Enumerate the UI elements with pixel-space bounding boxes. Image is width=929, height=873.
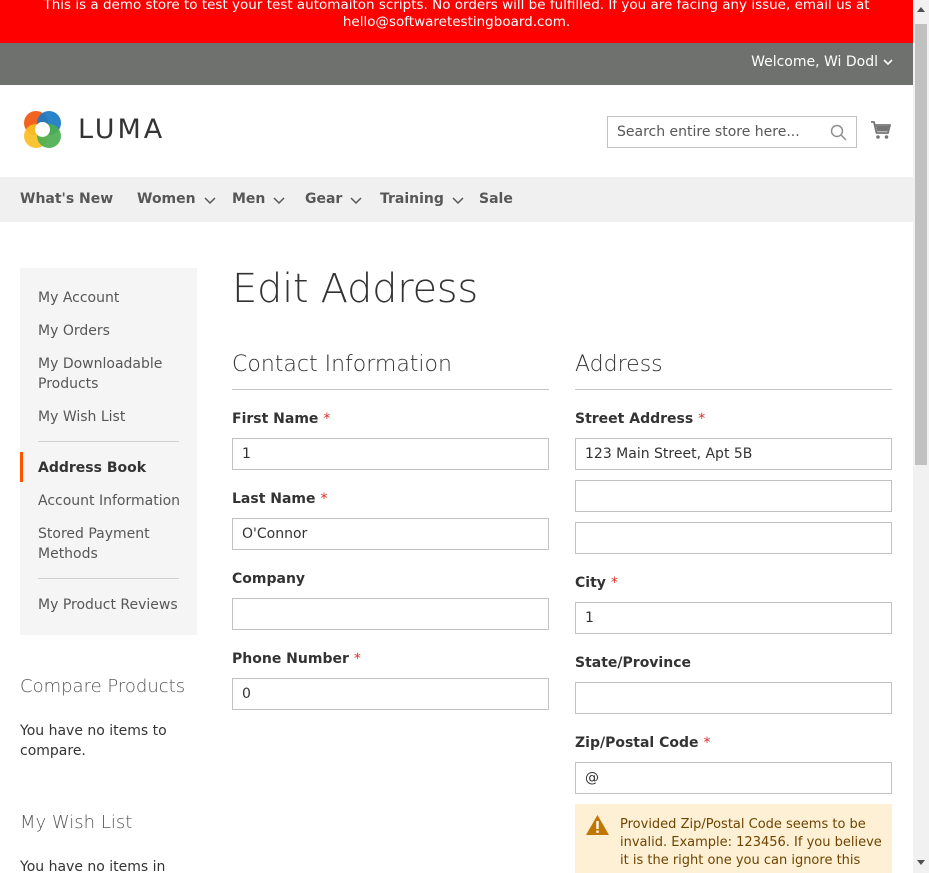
wishlist-title: My Wish List — [20, 812, 133, 833]
label-text: Zip/Postal Code — [575, 735, 699, 751]
last-name-input[interactable] — [232, 518, 549, 550]
nav-item-label: Training — [380, 191, 444, 207]
warning-text: Provided Zip/Postal Code seems to be inv… — [620, 817, 882, 868]
label-text: City — [575, 575, 606, 591]
zip-input[interactable] — [575, 762, 892, 794]
street-line3-input[interactable] — [575, 522, 892, 554]
required-asterisk: * — [698, 411, 706, 427]
state-input[interactable] — [575, 682, 892, 714]
demo-notice-email: hello@softwaretestingboard.com. — [342, 14, 571, 30]
street-line1-input[interactable] — [575, 438, 892, 470]
sidebar-item-address-book[interactable]: Address Book — [38, 458, 188, 478]
address-title: Address — [575, 352, 892, 390]
required-asterisk: * — [320, 491, 328, 507]
city-input[interactable] — [575, 602, 892, 634]
sidebar-divider — [38, 441, 179, 442]
label-text: Street Address — [575, 411, 694, 427]
sidebar-item-account-information[interactable]: Account Information — [38, 491, 188, 511]
sidebar-item-wish-list[interactable]: My Wish List — [38, 407, 188, 427]
scroll-down-arrow-icon[interactable] — [917, 860, 925, 866]
zip-label: Zip/Postal Code * — [575, 735, 711, 751]
search-input[interactable] — [608, 117, 856, 147]
state-label: State/Province — [575, 655, 691, 671]
required-asterisk: * — [353, 651, 361, 667]
customer-menu-toggle[interactable]: Welcome, Wi Dodl — [751, 54, 893, 70]
zip-warning-message: Provided Zip/Postal Code seems to be inv… — [575, 804, 892, 873]
chevron-down-icon — [273, 196, 285, 204]
cart-icon[interactable] — [870, 119, 892, 141]
page-scrollbar[interactable] — [913, 0, 929, 873]
warning-icon — [586, 815, 609, 835]
welcome-message: Welcome, Wi Dodl — [751, 54, 878, 70]
nav-item-label: Sale — [479, 191, 513, 207]
sidebar-item-my-orders[interactable]: My Orders — [38, 321, 188, 341]
required-asterisk: * — [323, 411, 331, 427]
top-bar: Welcome, Wi Dodl — [0, 43, 913, 85]
company-input[interactable] — [232, 598, 549, 630]
phone-input[interactable] — [232, 678, 549, 710]
sidebar-item-downloadable-products[interactable]: My Downloadable Products — [38, 354, 168, 394]
chevron-down-icon — [350, 196, 362, 204]
nav-item-men[interactable]: Men — [232, 191, 285, 207]
compare-products-title: Compare Products — [20, 676, 186, 697]
nav-item-label: Women — [137, 191, 196, 207]
label-text: Last Name — [232, 491, 316, 507]
search-box — [607, 116, 857, 148]
active-indicator — [20, 452, 23, 482]
nav-item-sale[interactable]: Sale — [479, 191, 513, 207]
sidebar-item-stored-payment-methods[interactable]: Stored Payment Methods — [38, 524, 158, 564]
sidebar-item-my-account[interactable]: My Account — [38, 288, 188, 308]
street-line2-input[interactable] — [575, 480, 892, 512]
required-asterisk: * — [703, 735, 711, 751]
section-title-text: Address — [575, 352, 663, 377]
nav-item-whats-new[interactable]: What's New — [20, 191, 113, 207]
demo-notice-line1: This is a demo store to test your test a… — [43, 0, 870, 13]
sidebar-divider — [38, 578, 179, 579]
scrollbar-thumb[interactable] — [915, 24, 927, 465]
last-name-label: Last Name * — [232, 491, 328, 507]
store-logo[interactable]: LUMA — [20, 107, 165, 152]
label-text: First Name — [232, 411, 319, 427]
wishlist-empty: You have no items in your — [20, 859, 166, 873]
logo-text: LUMA — [78, 114, 166, 145]
nav-item-gear[interactable]: Gear — [305, 191, 362, 207]
first-name-label: First Name * — [232, 411, 330, 427]
chevron-down-icon — [452, 196, 464, 204]
section-title-text: Contact Information — [232, 352, 452, 377]
company-label: Company — [232, 571, 305, 587]
required-asterisk: * — [610, 575, 618, 591]
nav-item-women[interactable]: Women — [137, 191, 216, 207]
nav-item-label: What's New — [20, 191, 114, 207]
contact-info-title: Contact Information — [232, 352, 549, 390]
first-name-input[interactable] — [232, 438, 549, 470]
account-nav: My Account My Orders My Downloadable Pro… — [20, 268, 197, 635]
compare-products-empty: You have no items to compare. — [20, 723, 167, 759]
label-text: Phone Number — [232, 651, 349, 667]
main-navigation: What's New Women Men Gear Training Sale — [0, 177, 913, 222]
label-text: Company — [232, 571, 306, 587]
nav-item-label: Men — [232, 191, 266, 207]
luma-logo-icon — [24, 111, 61, 148]
nav-item-training[interactable]: Training — [380, 191, 464, 207]
street-address-label: Street Address * — [575, 411, 705, 427]
scroll-up-arrow-icon[interactable] — [917, 6, 925, 12]
nav-item-label: Gear — [305, 191, 343, 207]
city-label: City * — [575, 575, 618, 591]
chevron-down-icon — [204, 196, 216, 204]
label-text: State/Province — [575, 655, 691, 671]
phone-label: Phone Number * — [232, 651, 361, 667]
page-title: Edit Address — [232, 266, 478, 312]
chevron-down-icon — [883, 58, 893, 65]
search-icon[interactable] — [830, 124, 847, 141]
sidebar-item-product-reviews[interactable]: My Product Reviews — [38, 595, 188, 615]
demo-notice-banner: This is a demo store to test your test a… — [0, 0, 913, 43]
